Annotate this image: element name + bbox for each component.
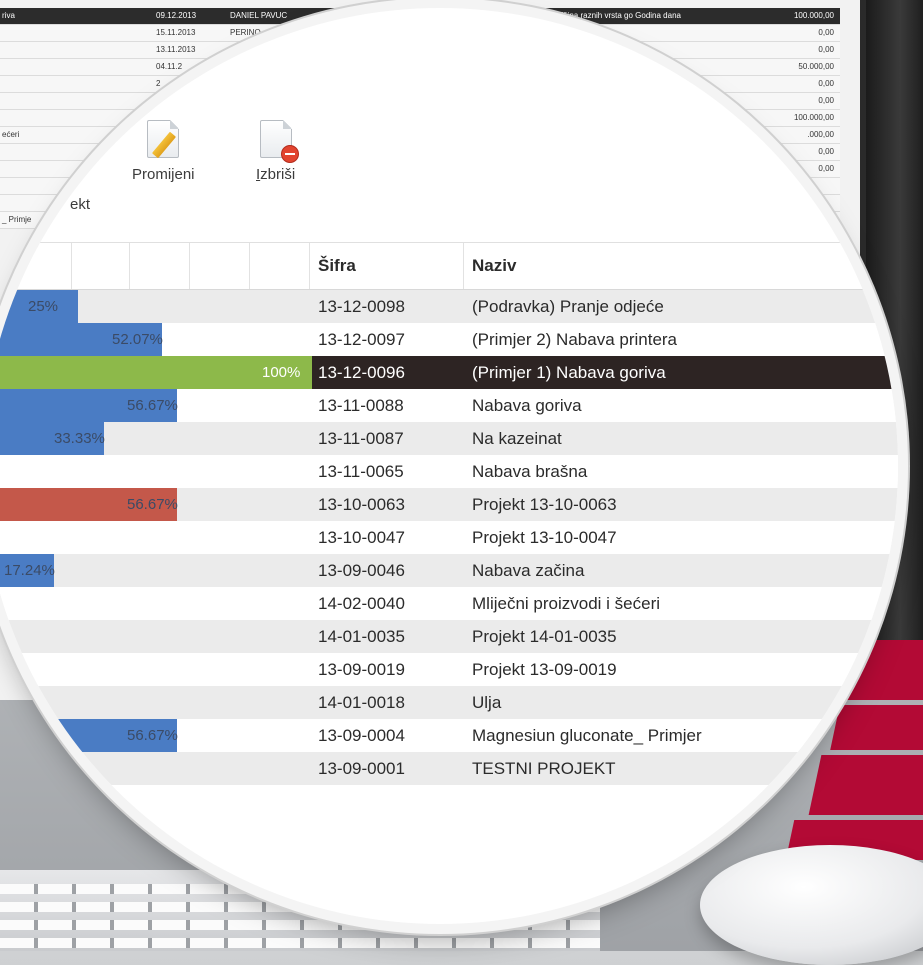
cell-naziv: Ulja [472,693,502,712]
cell-sifra: 13-09-0004 [318,726,405,745]
cell-naziv: (Podravka) Pranje odjeće [472,297,664,316]
table-row[interactable]: 52.07% 13-12-0097 (Primjer 2) Nabava print… [0,323,898,356]
grid-header: Šifra Naziv [0,242,898,290]
cell-sifra: 13-10-0063 [318,495,405,514]
header-cell[interactable] [72,243,130,289]
cell-naziv: (Primjer 1) Nabava goriva [472,363,666,382]
document-delete-icon [259,120,299,163]
progress-label: 17.24% [4,562,55,579]
document-pencil-icon [147,120,180,159]
cell-naziv: Na kazeinat [472,429,562,448]
progress-label: 56.67% [127,496,178,513]
cell-naziv: Magnesiun gluconate_ Primjer [472,726,702,745]
cell-naziv: TESTNI PROJEKT [472,759,616,778]
cell-sifra: 13-09-0001 [318,759,405,778]
progress-label: 56.67% [127,727,178,744]
table-row[interactable]: 56.67% 13-11-0088 Nabava goriva [0,389,898,422]
header-cell[interactable] [250,243,310,289]
table-row[interactable]: 13-09-0019 Projekt 13-09-0019 [0,653,898,686]
cell-sifra: 13-11-0087 [318,429,404,448]
table-row[interactable]: 14-01-0035 Projekt 14-01-0035 [0,620,898,653]
cell-sifra: 13-12-0096 [318,363,405,382]
progress-label: 33.33% [54,430,105,447]
table-row[interactable]: 56.67% 13-09-0004 Magnesiun gluconate_ Pri… [0,719,898,752]
table-row[interactable]: 100% 13-12-0096 (Primjer 1) Nabava goriva [0,356,898,389]
cell-sifra: 13-09-0046 [318,561,405,580]
table-row[interactable]: 13-11-0065 Nabava brašna [0,455,898,488]
progress-label: 52.07% [112,331,163,348]
table-row[interactable]: 25% 13-12-0098 (Podravka) Pranje odjeće [0,290,898,323]
table-row[interactable]: 33.33% 13-11-0087 Na kazeinat [0,422,898,455]
cell-naziv: (Primjer 2) Nabava printera [472,330,678,349]
edit-button-label: Promijeni [132,166,195,183]
table-row[interactable]: 14-02-0040 Mliječni proizvodi i šećeri [0,587,898,620]
cell-sifra: 13-10-0047 [318,528,405,547]
progress-label: 100% [262,364,301,381]
cell-sifra: 13-12-0097 [318,330,405,349]
cell-naziv: Nabava brašna [472,462,588,481]
header-sifra[interactable]: Šifra [310,243,464,289]
cell-naziv: Projekt 13-09-0019 [472,660,617,679]
delete-button-label: Izbriši [256,166,296,183]
cell-sifra: 14-01-0018 [318,693,405,712]
header-cell[interactable] [190,243,250,289]
cell-sifra: 13-12-0098 [318,297,405,316]
cell-naziv: Nabava začina [472,561,585,580]
table-row[interactable]: 56.67% 13-10-0063 Projekt 13-10-0063 [0,488,898,521]
header-naziv[interactable]: Naziv [464,243,898,289]
cell-naziv: Nabava goriva [472,396,582,415]
cell-sifra: 13-09-0019 [318,660,405,679]
toolbar-button-projekt[interactable]: ekt [70,188,90,213]
grid-body: 25% 13-12-0098 (Podravka) Pranje odjeće 52.… [0,290,898,785]
delete-button[interactable]: Izbriši [256,120,299,183]
table-row[interactable]: 14-01-0018 Ulja [0,686,898,719]
cell-sifra: 14-01-0035 [318,627,405,646]
header-cell-progress[interactable] [0,243,72,289]
table-row[interactable]: 13-09-0001 TESTNI PROJEKT [0,752,898,785]
cell-sifra: 13-11-0065 [318,462,404,481]
cell-naziv: Mliječni proizvodi i šećeri [472,594,661,613]
cell-sifra: 13-11-0088 [318,396,404,415]
cell-naziv: Projekt 14-01-0035 [472,627,617,646]
progress-label: 25% [28,298,59,315]
cell-naziv: Projekt 13-10-0063 [472,495,617,514]
table-row[interactable]: 17.24% 13-09-0046 Nabava začina [0,554,898,587]
projects-grid: Šifra Naziv 25% 13-12-0098 (Podravka) Pran… [0,242,898,785]
cell-sifra: 14-02-0040 [318,594,405,613]
header-cell[interactable] [130,243,190,289]
progress-label: 56.67% [127,397,178,414]
toolbar-button-projekt-label: ekt [70,196,91,213]
magnifier-lens: ekt Promijeni Izbriši Šifra Naziv 25% 13… [0,8,898,924]
cell-naziv: Projekt 13-10-0047 [472,528,617,547]
edit-button[interactable]: Promijeni [132,120,195,183]
table-row[interactable]: 13-10-0047 Projekt 13-10-0047 [0,521,898,554]
